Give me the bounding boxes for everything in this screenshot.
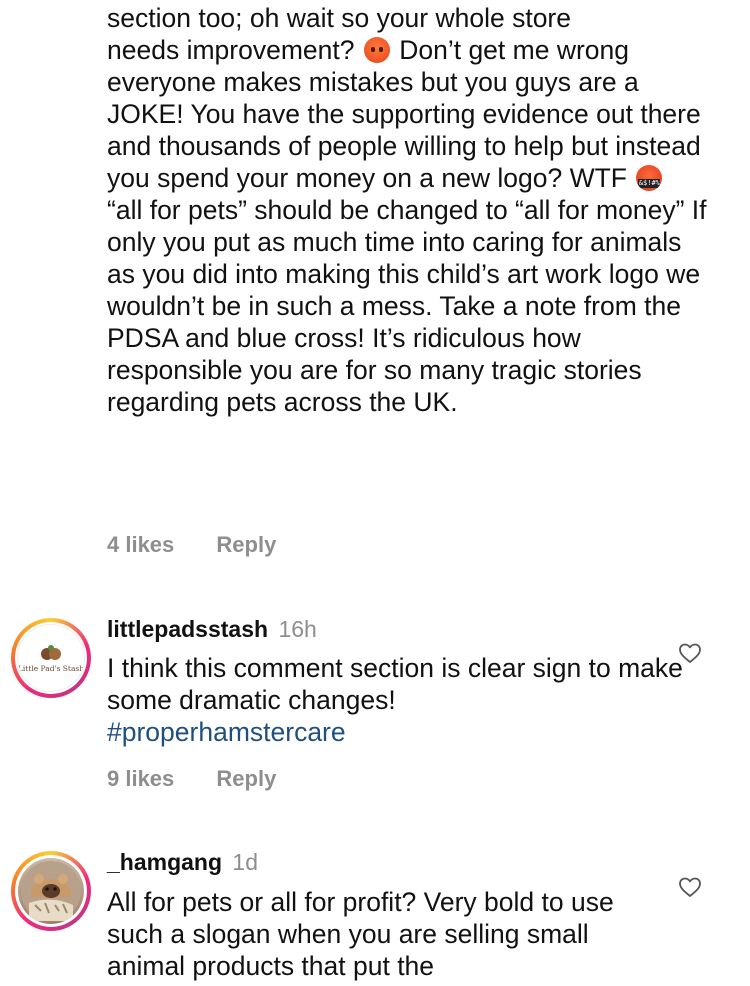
little-pads-stash-logo: Little Pad's Stash — [17, 624, 85, 692]
comment-header-2: littlepadsstash 16h — [107, 616, 317, 643]
avatar-inner — [15, 855, 87, 927]
pouting-face-emoji-icon — [363, 37, 390, 63]
comment-text-segment: “all for pets” should be changed to “all… — [107, 195, 707, 417]
comment-body-2: I think this comment section is clear si… — [107, 652, 707, 748]
heart-outline-icon[interactable] — [678, 875, 702, 899]
comment-text-segment: Don’t get me — [399, 35, 550, 65]
avatar[interactable] — [11, 851, 91, 931]
comment-text: I think this comment section is clear si… — [107, 653, 683, 715]
comment-body-1: section too; oh wait so your whole store… — [107, 2, 707, 418]
hashtag-link[interactable]: #properhamstercare — [107, 717, 346, 747]
comment-body-3: All for pets or all for profit? Very bol… — [107, 886, 647, 982]
comment-header-3: _hamgang 1d — [107, 849, 258, 876]
reply-button[interactable]: Reply — [216, 532, 276, 557]
hamster-photo-icon — [21, 861, 81, 921]
comment-meta-1: 4 likes Reply — [107, 532, 276, 558]
comment-text: All for pets or all for profit? Very bol… — [107, 887, 614, 981]
timestamp: 1d — [232, 849, 259, 875]
comment-text-segment: needs improvement? — [107, 35, 355, 65]
avatar[interactable]: Little Pad's Stash — [11, 618, 91, 698]
timestamp: 16h — [278, 616, 317, 642]
hamster-logo-icon — [41, 644, 61, 660]
username[interactable]: littlepadsstash — [107, 616, 268, 642]
avatar-logo-text: Little Pad's Stash — [17, 663, 85, 673]
comment-meta-2: 9 likes Reply — [107, 766, 276, 792]
emoji-symbols: &$!#% — [638, 179, 661, 188]
heart-outline-icon[interactable] — [678, 641, 702, 665]
cursing-face-emoji-icon: &$!#% — [636, 165, 663, 191]
likes-count[interactable]: 9 likes — [107, 766, 174, 791]
hamster-avatar-image — [18, 858, 84, 924]
username[interactable]: _hamgang — [107, 849, 222, 875]
likes-count[interactable]: 4 likes — [107, 532, 174, 557]
avatar-inner: Little Pad's Stash — [15, 622, 87, 694]
reply-button[interactable]: Reply — [216, 766, 276, 791]
comment-text-segment: section too; oh wait so your whole store — [107, 3, 571, 33]
